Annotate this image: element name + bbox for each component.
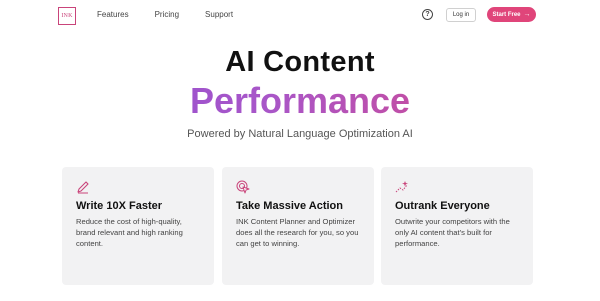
start-free-label: Start Free [492,11,521,18]
target-cursor-icon [236,180,250,194]
help-icon[interactable]: ? [422,9,433,20]
sparkle-chart-icon [395,181,408,193]
card-description: Outwrite your competitors with the only … [395,217,510,248]
nav-pricing-link[interactable]: Pricing [155,10,179,19]
ink-logo[interactable]: INK [58,7,76,25]
hero-highlight: Performance [0,80,600,122]
pen-icon [77,181,89,194]
feature-card-massive-action: Take Massive Action INK Content Planner … [222,167,374,285]
nav-support-link[interactable]: Support [205,10,233,19]
card-title: Write 10X Faster [76,200,163,212]
feature-card-outrank: Outrank Everyone Outwrite your competito… [381,167,533,285]
card-description: Reduce the cost of high-quality, brand r… [76,217,183,248]
hero-title: AI Content [225,46,375,78]
nav-links: Features Pricing Support [97,10,233,19]
card-title: Take Massive Action [236,200,343,212]
start-free-button[interactable]: Start Free → [487,7,536,22]
card-description: INK Content Planner and Optimizer does a… [236,217,359,248]
feature-card-write-faster: Write 10X Faster Reduce the cost of high… [62,167,214,285]
top-navigation: INK Features Pricing Support ? Log in St… [0,0,600,32]
card-title: Outrank Everyone [395,200,490,212]
hero-tagline: Powered by Natural Language Optimization… [187,128,413,140]
nav-features-link[interactable]: Features [97,10,129,19]
login-button[interactable]: Log in [446,8,476,22]
arrow-right-icon: → [523,11,531,18]
